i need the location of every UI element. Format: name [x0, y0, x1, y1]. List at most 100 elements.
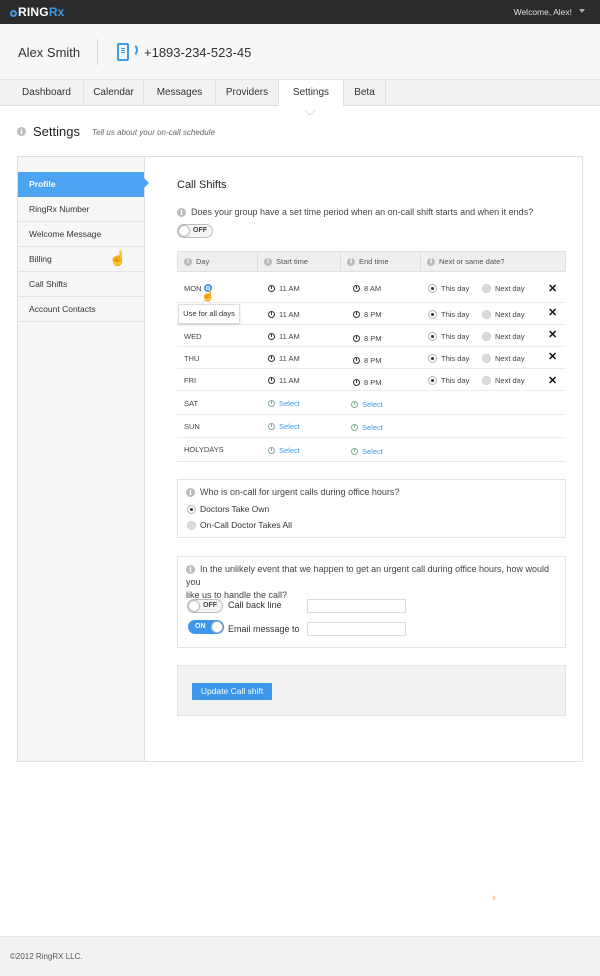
clock-icon	[268, 285, 275, 292]
callback-input[interactable]	[307, 599, 406, 613]
next-day-radio[interactable]: Next day	[482, 376, 525, 385]
radio-unselected	[482, 310, 491, 319]
toggle-label: OFF	[193, 227, 207, 234]
this-day-radio[interactable]: This day	[428, 376, 469, 385]
table-row: SAT Select Select	[177, 393, 566, 415]
radio-label: This day	[441, 332, 470, 341]
section-title: Call Shifts	[177, 179, 227, 191]
this-day-radio[interactable]: This day	[428, 332, 469, 341]
callback-toggle[interactable]: OFF	[187, 599, 223, 613]
doctors-take-own-radio[interactable]: Doctors Take Own	[187, 504, 269, 514]
active-item-arrow	[144, 178, 149, 188]
welcome-menu[interactable]: Welcome, Alex!	[514, 7, 572, 17]
remove-icon[interactable]: ✕	[548, 306, 557, 319]
set-period-toggle[interactable]: OFF	[177, 224, 213, 238]
actions-box: Update Call shift	[177, 665, 566, 716]
select-link[interactable]: Select	[279, 422, 300, 431]
logo-ring-icon	[10, 10, 17, 17]
end-time[interactable]: 8 PM	[353, 334, 382, 343]
user-bar: Alex Smith +1893-234-523-45	[0, 24, 600, 80]
select-link[interactable]: Select	[279, 446, 300, 455]
remove-icon[interactable]: ✕	[548, 282, 557, 295]
tab-messages[interactable]: Messages	[144, 80, 216, 106]
toggle-knob	[188, 600, 200, 612]
next-day-radio[interactable]: Next day	[482, 310, 525, 319]
end-time[interactable]: 8 PM	[353, 378, 382, 387]
tab-beta[interactable]: Beta	[344, 80, 386, 106]
remove-icon[interactable]: ✕	[548, 350, 557, 363]
day-label: THU	[184, 354, 200, 363]
tab-settings[interactable]: Settings	[279, 80, 344, 107]
start-time[interactable]: 11 AM	[268, 354, 300, 363]
tab-providers[interactable]: Providers	[216, 80, 279, 106]
sidebar-item-ringrx-number[interactable]: RingRx Number	[18, 197, 144, 222]
next-day-radio[interactable]: Next day	[482, 332, 525, 341]
start-time-select[interactable]: Select	[268, 446, 300, 455]
day-label: FRI	[184, 376, 197, 385]
radio-unselected	[482, 332, 491, 341]
select-link[interactable]: Select	[279, 399, 300, 408]
next-day-radio[interactable]: Next day	[482, 354, 525, 363]
end-time[interactable]: 8 PM	[353, 310, 382, 319]
start-time[interactable]: 11 AM	[268, 376, 300, 385]
urgent-calls-box: i Who is on-call for urgent calls during …	[177, 479, 566, 538]
shift-question-text: Does your group have a set time period w…	[191, 207, 534, 217]
this-day-radio[interactable]: This day	[428, 310, 469, 319]
info-icon: i	[427, 258, 435, 267]
radio-label: This day	[441, 376, 470, 385]
end-time[interactable]: 8 PM	[353, 356, 382, 365]
select-link[interactable]: Select	[362, 423, 383, 432]
update-call-shift-button[interactable]: Update Call shift	[192, 683, 272, 700]
sidebar-item-call-shifts[interactable]: Call Shifts	[18, 272, 144, 297]
tab-dashboard[interactable]: Dashboard	[10, 80, 84, 106]
remove-icon[interactable]: ✕	[548, 374, 557, 387]
start-time[interactable]: 11 AM	[268, 310, 300, 319]
end-time-select[interactable]: Select	[351, 423, 383, 432]
page-title: Settings	[33, 124, 80, 139]
end-time-select[interactable]: Select	[351, 447, 383, 456]
info-icon: i	[177, 208, 186, 218]
radio-label: This day	[441, 354, 470, 363]
end-time[interactable]: 8 AM	[353, 284, 381, 293]
select-link[interactable]: Select	[362, 400, 383, 409]
end-time-select[interactable]: Select	[351, 400, 383, 409]
start-time-select[interactable]: Select	[268, 399, 300, 408]
header-end: i End time	[341, 252, 421, 271]
select-link[interactable]: Select	[362, 447, 383, 456]
urgent-question: i Who is on-call for urgent calls during …	[186, 486, 399, 499]
this-day-radio[interactable]: This day	[428, 284, 469, 293]
radio-selected	[428, 354, 437, 363]
start-time[interactable]: 11 AM	[268, 332, 300, 341]
tab-calendar[interactable]: Calendar	[84, 80, 144, 106]
start-time-select[interactable]: Select	[268, 422, 300, 431]
header-start: i Start time	[258, 252, 341, 271]
email-toggle[interactable]: ON	[188, 620, 224, 634]
start-time-value: 11 AM	[279, 332, 300, 341]
email-input[interactable]	[307, 622, 406, 636]
use-for-all-tooltip[interactable]: Use for all days	[178, 304, 240, 324]
radio-label: On-Call Doctor Takes All	[200, 520, 292, 530]
info-icon: i	[186, 488, 195, 498]
chevron-right-icon[interactable]: ›	[492, 892, 496, 904]
phone-number: +1893-234-523-45	[144, 45, 252, 60]
this-day-radio[interactable]: This day	[428, 354, 469, 363]
info-icon: i	[17, 125, 26, 137]
sidebar-item-profile[interactable]: Profile	[18, 172, 144, 197]
sidebar-item-welcome-message[interactable]: Welcome Message	[18, 222, 144, 247]
remove-icon[interactable]: ✕	[548, 328, 557, 341]
radio-selected	[428, 376, 437, 385]
info-icon: i	[184, 258, 192, 267]
sidebar-item-account-contacts[interactable]: Account Contacts	[18, 297, 144, 322]
next-day-radio[interactable]: Next day	[482, 284, 525, 293]
toggle-label: OFF	[203, 602, 217, 609]
clock-icon	[268, 423, 275, 430]
copyright: ©2012 RingRX LLC.	[10, 952, 83, 961]
day-label: WED	[184, 332, 202, 341]
table-row: THU 11 AM 8 PM This day Next day ✕	[177, 347, 566, 369]
end-time-value: 8 PM	[364, 356, 382, 365]
ringrx-logo[interactable]: RINGRx	[10, 5, 65, 19]
start-time[interactable]: 11 AM	[268, 284, 300, 293]
on-call-doctor-radio[interactable]: On-Call Doctor Takes All	[187, 520, 292, 530]
radio-selected	[428, 332, 437, 341]
caret-down-icon[interactable]	[579, 9, 585, 13]
